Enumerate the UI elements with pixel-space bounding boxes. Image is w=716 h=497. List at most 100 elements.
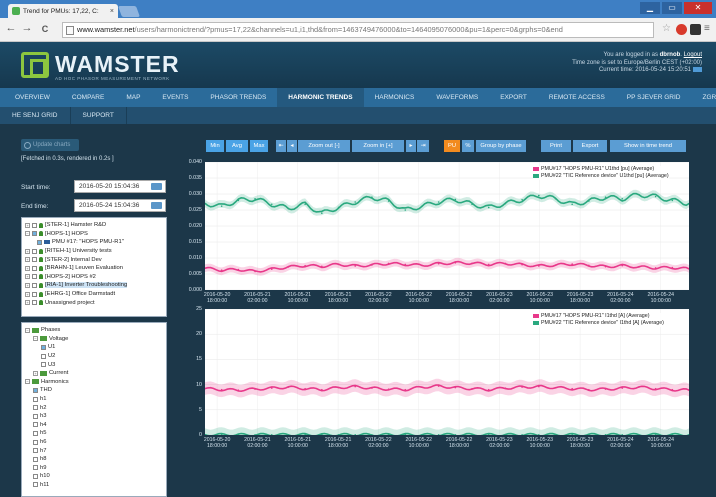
extension-icon[interactable] [690, 24, 701, 35]
back-icon[interactable]: ← [4, 22, 18, 34]
channel-checkbox[interactable] [33, 439, 38, 445]
channel-checkbox[interactable] [41, 353, 46, 359]
channel-checkbox[interactable] [33, 473, 38, 479]
subnav-item-he-senj-grid[interactable]: HE SENJ GRID [0, 107, 71, 124]
channel-checkbox[interactable] [33, 456, 38, 462]
channel-item[interactable]: h4 [25, 421, 163, 430]
legend-item[interactable]: PMU#17 "HOPS PMU-R1" I1thd [A] (Average) [533, 313, 664, 320]
tree-checkbox[interactable] [32, 222, 37, 228]
nav-item-waveforms[interactable]: WAVEFORMS [425, 88, 489, 107]
tree-item[interactable]: + [STER-1] Hamster R&D [25, 221, 163, 230]
menu-icon[interactable]: ≡ [704, 24, 715, 35]
tree-item[interactable]: PMU #17: "HOPS PMU-R1" [25, 238, 163, 247]
opera-icon[interactable] [676, 24, 687, 35]
subnav-item-support[interactable]: SUPPORT [71, 107, 127, 124]
channel-item[interactable]: − Harmonics [25, 378, 163, 387]
channel-checkbox[interactable] [33, 430, 38, 436]
tree-item[interactable]: + [RIA-1] Inverter Troubleshooting [25, 281, 163, 290]
expand-toggle-icon[interactable]: + [25, 265, 30, 271]
pu-toggle[interactable]: PU [444, 140, 460, 152]
group-by-phase-button[interactable]: Group by phase [476, 140, 526, 152]
nav-item-harmonics[interactable]: HARMONICS [364, 88, 426, 107]
forward-icon[interactable]: → [20, 22, 34, 34]
nav-item-export[interactable]: EXPORT [489, 88, 538, 107]
reload-icon[interactable]: C [38, 24, 52, 34]
channel-item[interactable]: − Phases [25, 326, 163, 335]
expand-toggle-icon[interactable]: + [25, 222, 30, 228]
channel-item[interactable]: U3 [25, 360, 163, 369]
tree-item[interactable]: + [EHRG-1] Office Darmstadt [25, 290, 163, 299]
avg-button[interactable]: Avg [226, 140, 248, 152]
expand-toggle-icon[interactable]: − [25, 379, 30, 385]
expand-toggle-icon[interactable]: + [25, 291, 30, 297]
channel-item[interactable]: THD [25, 386, 163, 395]
star-icon[interactable]: ☆ [662, 24, 673, 35]
expand-toggle-icon[interactable]: − [33, 336, 38, 342]
tree-checkbox[interactable] [32, 282, 37, 288]
tree-item[interactable]: − [HOPS-1] HOPS [25, 230, 163, 239]
maximize-icon[interactable]: ▭ [662, 2, 682, 14]
channel-item[interactable]: h2 [25, 403, 163, 412]
channel-item[interactable]: h9 [25, 464, 163, 473]
prev-button[interactable]: ◂ [287, 140, 297, 152]
tree-checkbox[interactable] [32, 265, 37, 271]
url-input[interactable]: www.wamster.net/users/harmonictrend/?pmu… [62, 22, 654, 38]
channel-checkbox[interactable] [33, 413, 38, 419]
expand-toggle-icon[interactable]: + [25, 274, 30, 280]
nav-item-pp-sjever-grid[interactable]: PP SJEVER GRID [616, 88, 692, 107]
legend-item[interactable]: PMU#22 "TIC Reference device" U1thd [pu]… [533, 173, 669, 180]
channel-checkbox[interactable] [33, 465, 38, 471]
nav-item-harmonic-trends[interactable]: HARMONIC TRENDS [277, 88, 364, 107]
calendar-icon[interactable] [151, 183, 162, 190]
channel-item[interactable]: + Current [25, 369, 163, 378]
tree-checkbox[interactable] [32, 257, 37, 263]
browser-tab[interactable]: Trend for PMUs: 17,22, C: × [8, 4, 118, 18]
channel-item[interactable]: h10 [25, 472, 163, 481]
nav-item-map[interactable]: MAP [115, 88, 151, 107]
current-thd-chart[interactable] [205, 309, 689, 435]
channel-item[interactable]: U1 [25, 343, 163, 352]
update-charts-button[interactable]: Update charts [21, 139, 79, 151]
expand-toggle-icon[interactable]: + [25, 282, 30, 288]
tree-checkbox[interactable] [32, 248, 37, 254]
tree-checkbox[interactable] [32, 274, 37, 280]
expand-toggle-icon[interactable]: + [25, 300, 30, 306]
tree-item[interactable]: + [RITEH-1] University tests [25, 247, 163, 256]
channel-checkbox[interactable] [33, 405, 38, 411]
legend-item[interactable]: PMU#22 "TIC Reference device" I1thd [A] … [533, 320, 664, 327]
channel-item[interactable]: − Voltage [25, 335, 163, 344]
start-time-input[interactable]: 2016-05-20 15:04:36 [74, 180, 166, 193]
tree-checkbox[interactable] [32, 300, 37, 306]
channel-item[interactable]: U2 [25, 352, 163, 361]
chart-legend[interactable]: PMU#17 "HOPS PMU-R1" I1thd [A] (Average)… [533, 313, 664, 327]
chart-legend[interactable]: PMU#17 "HOPS PMU-R1" U1thd [pu] (Average… [533, 166, 669, 180]
tree-item[interactable]: + [HOPS-2] HOPS #2 [25, 273, 163, 282]
first-button[interactable]: ⇤ [276, 140, 286, 152]
minimize-icon[interactable]: ▁ [640, 2, 660, 14]
tree-item[interactable]: + Unassigned project [25, 298, 163, 307]
max-button[interactable]: Max [250, 140, 268, 152]
channel-item[interactable]: h8 [25, 455, 163, 464]
voltage-thd-chart[interactable] [205, 162, 689, 290]
channel-checkbox[interactable] [41, 362, 46, 368]
nav-item-zgring-grid[interactable]: ZGRING GRID [692, 88, 716, 107]
legend-item[interactable]: PMU#17 "HOPS PMU-R1" U1thd [pu] (Average… [533, 166, 669, 173]
expand-toggle-icon[interactable]: − [25, 327, 30, 333]
percent-toggle[interactable]: % [462, 140, 474, 152]
channel-checkbox[interactable] [33, 387, 38, 393]
logout-link[interactable]: Logout [684, 52, 702, 58]
expand-toggle-icon[interactable]: + [25, 257, 30, 263]
nav-item-overview[interactable]: OVERVIEW [4, 88, 61, 107]
channel-item[interactable]: h11 [25, 481, 163, 490]
expand-toggle-icon[interactable]: − [25, 231, 30, 237]
channel-checkbox[interactable] [33, 422, 38, 428]
channel-item[interactable]: h1 [25, 395, 163, 404]
tree-checkbox[interactable] [32, 231, 37, 237]
calendar-icon[interactable] [151, 202, 162, 209]
nav-item-phasor-trends[interactable]: PHASOR TRENDS [199, 88, 277, 107]
channel-checkbox[interactable] [33, 448, 38, 454]
show-in-time-trend-button[interactable]: Show in time trend [610, 140, 686, 152]
tree-item[interactable]: + [BRAHN-1] Leuven Evaluation [25, 264, 163, 273]
print-button[interactable]: Print [541, 140, 571, 152]
min-button[interactable]: Min [206, 140, 224, 152]
